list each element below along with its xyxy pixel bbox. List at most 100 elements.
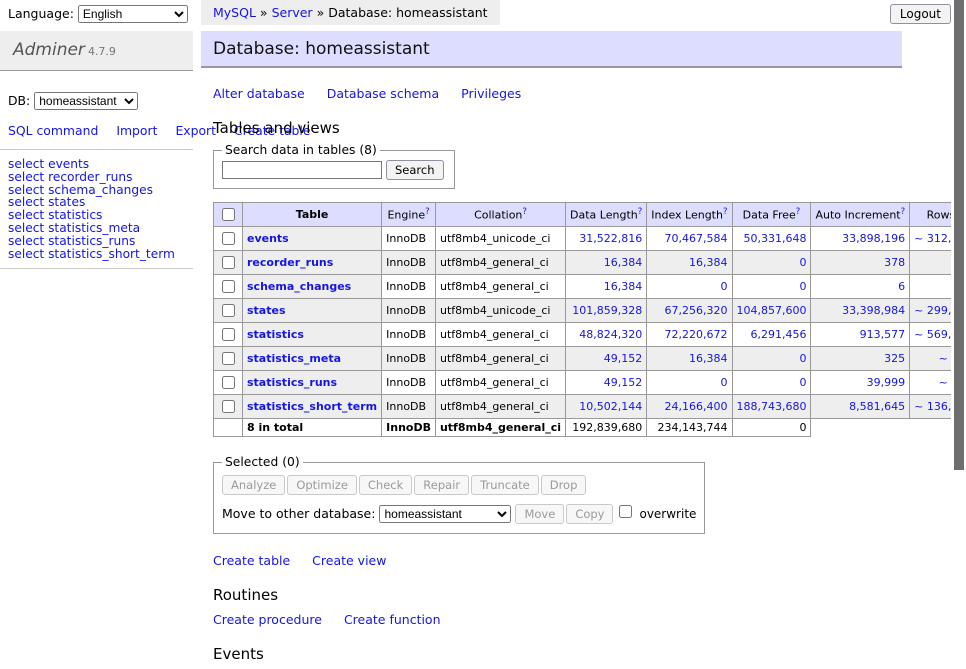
data-length-link[interactable]: 10,502,144 [570, 400, 642, 413]
auto-increment-link[interactable]: 8,581,645 [815, 400, 905, 413]
table-name-link[interactable]: states [247, 304, 286, 317]
db-action-link[interactable]: Privileges [461, 86, 521, 101]
row-checkbox-cell [214, 275, 243, 299]
data-free-link[interactable]: 0 [737, 352, 807, 365]
data-length-link[interactable]: 49,152 [570, 352, 642, 365]
create-procedure-link[interactable]: Create procedure [213, 612, 322, 627]
help-link[interactable]: ? [425, 207, 430, 217]
help-link[interactable]: ? [796, 207, 801, 217]
app-logo: Adminer4.7.9 [0, 31, 193, 71]
analyze-button[interactable]: Analyze [222, 475, 285, 495]
vertical-scrollbar-thumb[interactable] [954, 0, 964, 470]
breadcrumb-link[interactable]: MySQL [213, 5, 256, 20]
vertical-scrollbar-track[interactable] [951, 0, 966, 543]
table-name-link[interactable]: statistics [247, 328, 304, 341]
index-length-link[interactable]: 24,166,400 [651, 400, 727, 413]
select-all-checkbox[interactable] [222, 208, 235, 221]
auto-increment-link[interactable]: 325 [815, 352, 905, 365]
help-link[interactable]: ? [522, 207, 527, 217]
auto-increment-link[interactable]: 33,898,196 [815, 232, 905, 245]
table-name-cell: recorder_runs [243, 251, 382, 275]
language-select[interactable]: English [78, 5, 188, 23]
selected-buttons-row: AnalyzeOptimizeCheckRepairTruncateDrop [222, 475, 696, 495]
data-free-link[interactable]: 6,291,456 [737, 328, 807, 341]
auto-increment-link[interactable]: 39,999 [815, 376, 905, 389]
breadcrumb-separator: » [260, 5, 268, 20]
data-length-link[interactable]: 16,384 [570, 280, 642, 293]
data-length-link[interactable]: 31,522,816 [570, 232, 642, 245]
sidebar-action-link[interactable]: Export [175, 123, 216, 138]
data-free-link[interactable]: 50,331,648 [737, 232, 807, 245]
row-checkbox[interactable] [222, 328, 235, 341]
create-view-link[interactable]: Create view [312, 553, 386, 568]
index-length-link[interactable]: 67,256,320 [651, 304, 727, 317]
sidebar-action-link[interactable]: Import [116, 123, 157, 138]
table-name-link[interactable]: recorder_runs [247, 256, 333, 269]
table-name-link[interactable]: events [247, 232, 289, 245]
row-checkbox[interactable] [222, 232, 235, 245]
data-free-cell: 188,743,680 [732, 395, 811, 419]
create-table-link[interactable]: Create table [213, 553, 290, 568]
data-free-link[interactable]: 188,743,680 [737, 400, 807, 413]
row-checkbox[interactable] [222, 352, 235, 365]
truncate-button[interactable]: Truncate [471, 475, 539, 495]
data-length-link[interactable]: 49,152 [570, 376, 642, 389]
row-checkbox[interactable] [222, 400, 235, 413]
search-input[interactable] [222, 161, 382, 179]
check-button[interactable]: Check [359, 475, 412, 495]
auto-increment-link[interactable]: 6 [815, 280, 905, 293]
data-length-link[interactable]: 48,824,320 [570, 328, 642, 341]
table-name-link[interactable]: statistics_short_term [247, 400, 377, 413]
table-name-link[interactable]: statistics_meta [247, 352, 341, 365]
table-name-link[interactable]: schema_changes [247, 280, 351, 293]
search-button[interactable]: Search [386, 160, 444, 180]
index-length-cell: 16,384 [647, 347, 732, 371]
row-checkbox-cell [214, 227, 243, 251]
create-links: Create table Create view [213, 553, 913, 569]
index-length-link[interactable]: 0 [651, 376, 727, 389]
sidebar-table-link[interactable]: select statistics_short_term [8, 247, 175, 261]
data-length-link[interactable]: 16,384 [570, 256, 642, 269]
help-link[interactable]: ? [723, 207, 728, 217]
move-button[interactable]: Move [515, 504, 564, 524]
overwrite-checkbox[interactable] [619, 505, 632, 518]
sidebar-action-link[interactable]: SQL command [8, 123, 98, 138]
move-db-select[interactable]: homeassistant [379, 505, 511, 523]
row-checkbox[interactable] [222, 304, 235, 317]
index-length-link[interactable]: 70,467,584 [651, 232, 727, 245]
drop-button[interactable]: Drop [541, 475, 587, 495]
collation-cell: utf8mb4_general_ci [435, 323, 565, 347]
data-free-cell: 0 [732, 275, 811, 299]
db-select[interactable]: homeassistant [34, 92, 138, 110]
auto-increment-link[interactable]: 378 [815, 256, 905, 269]
data-free-link[interactable]: 0 [737, 256, 807, 269]
index-length-link[interactable]: 72,220,672 [651, 328, 727, 341]
repair-button[interactable]: Repair [414, 475, 469, 495]
table-body: eventsInnoDButf8mb4_unicode_ci31,522,816… [214, 227, 966, 437]
row-checkbox[interactable] [222, 376, 235, 389]
data-free-link[interactable]: 0 [737, 280, 807, 293]
index-length-link[interactable]: 0 [651, 280, 727, 293]
table-row: statisticsInnoDButf8mb4_general_ci48,824… [214, 323, 966, 347]
help-link[interactable]: ? [638, 207, 643, 217]
breadcrumb-link[interactable]: Server [272, 5, 313, 20]
optimize-button[interactable]: Optimize [287, 475, 357, 495]
data-free-link[interactable]: 0 [737, 376, 807, 389]
index-length-link[interactable]: 16,384 [651, 352, 727, 365]
auto-increment-link[interactable]: 33,398,984 [815, 304, 905, 317]
db-action-link[interactable]: Alter database [213, 86, 305, 101]
data-length-cell: 16,384 [566, 275, 647, 299]
column-header: Auto Increment? [811, 203, 910, 227]
help-link[interactable]: ? [901, 207, 906, 217]
db-action-link[interactable]: Database schema [327, 86, 439, 101]
data-length-link[interactable]: 101,859,328 [570, 304, 642, 317]
index-length-link[interactable]: 16,384 [651, 256, 727, 269]
row-checkbox[interactable] [222, 280, 235, 293]
create-function-link[interactable]: Create function [344, 612, 441, 627]
copy-button[interactable]: Copy [566, 504, 613, 524]
logout-button[interactable]: Logout [890, 4, 951, 24]
data-free-link[interactable]: 104,857,600 [737, 304, 807, 317]
table-name-link[interactable]: statistics_runs [247, 376, 337, 389]
row-checkbox[interactable] [222, 256, 235, 269]
auto-increment-link[interactable]: 913,577 [815, 328, 905, 341]
